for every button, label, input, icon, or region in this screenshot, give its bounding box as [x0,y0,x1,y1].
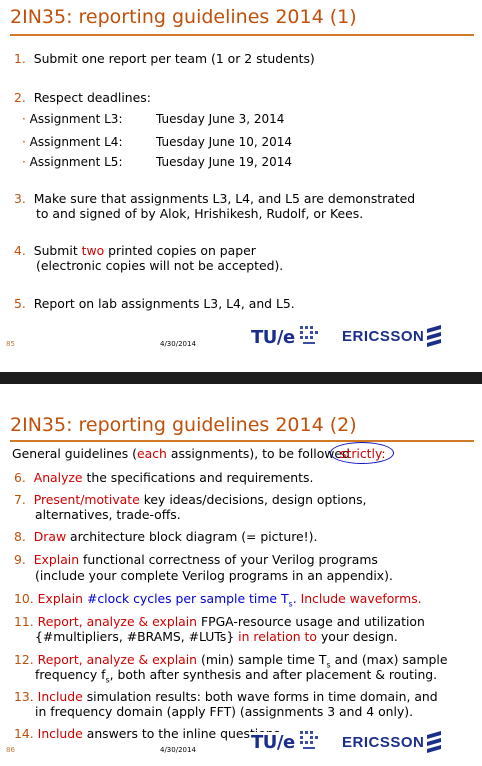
deadline-date: Tuesday June 19, 2014 [156,155,293,169]
page-number: 86 [6,746,15,754]
list-item: 7. Present/motivate key ideas/decisions,… [14,492,367,507]
deadline-date: Tuesday June 10, 2014 [156,135,293,149]
list-item: 10. Explain #clock cycles per sample tim… [14,591,422,609]
list-item: 1. Submit one report per team (1 or 2 st… [14,51,315,66]
title-rule [10,440,474,442]
bullet-icon: · [22,135,26,149]
deadline-row: · Assignment L4: [22,135,123,149]
slide-divider [0,372,482,384]
list-item: 13. Include simulation results: both wav… [14,689,438,704]
list-item: 5. Report on lab assignments L3, L4, and… [14,296,295,311]
list-item-continuation: {#multipliers, #BRAMS, #LUTs} in relatio… [35,629,398,644]
list-item: 8. Draw architecture block diagram (= pi… [14,529,318,544]
tue-logo: TU/e [251,732,297,753]
ericsson-logo: ERICSSON [342,328,425,345]
list-item-continuation: in frequency domain (apply FFT) (assignm… [35,704,414,719]
list-item-continuation: alternatives, trade-offs. [35,507,181,522]
list-item-continuation: frequency fs, both after synthesis and a… [35,667,438,685]
strictly-text: strictly: [340,446,386,461]
slide-date: 4/30/2014 [160,340,196,348]
list-item: 2. Respect deadlines: [14,90,151,105]
deadline-row: · Assignment L3: [22,112,123,126]
title-rule [10,34,474,36]
xan-logo-icon [300,326,318,346]
list-item: 6. Analyze the specifications and requir… [14,470,314,485]
bullet-icon: · [22,112,26,126]
intro-line: General guidelines (each assignments), t… [12,446,350,461]
list-item: 4. Submit two printed copies on paper [14,243,256,258]
slide-title: 2IN35: reporting guidelines 2014 (2) [10,414,357,436]
list-item: 3. Make sure that assignments L3, L4, an… [14,191,416,206]
page-number: 85 [6,340,15,348]
slide-1: 2IN35: reporting guidelines 2014 (1) 1. … [0,0,482,372]
list-item: 9. Explain functional correctness of you… [14,552,378,567]
ericsson-logo: ERICSSON [342,734,425,751]
ericsson-mark-icon [426,325,442,347]
ericsson-mark-icon [426,731,442,753]
list-item-continuation: (electronic copies will not be accepted)… [36,258,284,273]
slide-title: 2IN35: reporting guidelines 2014 (1) [10,6,357,28]
deadline-row: · Assignment L5: [22,155,123,169]
deadline-date: Tuesday June 3, 2014 [156,112,285,126]
tue-logo: TU/e [251,327,295,348]
list-item-continuation: (include your complete Verilog programs … [35,568,393,583]
list-item: 14. Include answers to the inline questi… [14,726,285,741]
xan-logo-icon [300,731,318,751]
bullet-icon: · [22,155,26,169]
list-item: 11. Report, analyze & explain FPGA-resou… [14,614,425,629]
list-item-continuation: to and signed of by Alok, Hrishikesh, Ru… [36,206,364,221]
slide-date: 4/30/2014 [160,746,196,754]
slide-2: 2IN35: reporting guidelines 2014 (2) Gen… [0,384,482,766]
